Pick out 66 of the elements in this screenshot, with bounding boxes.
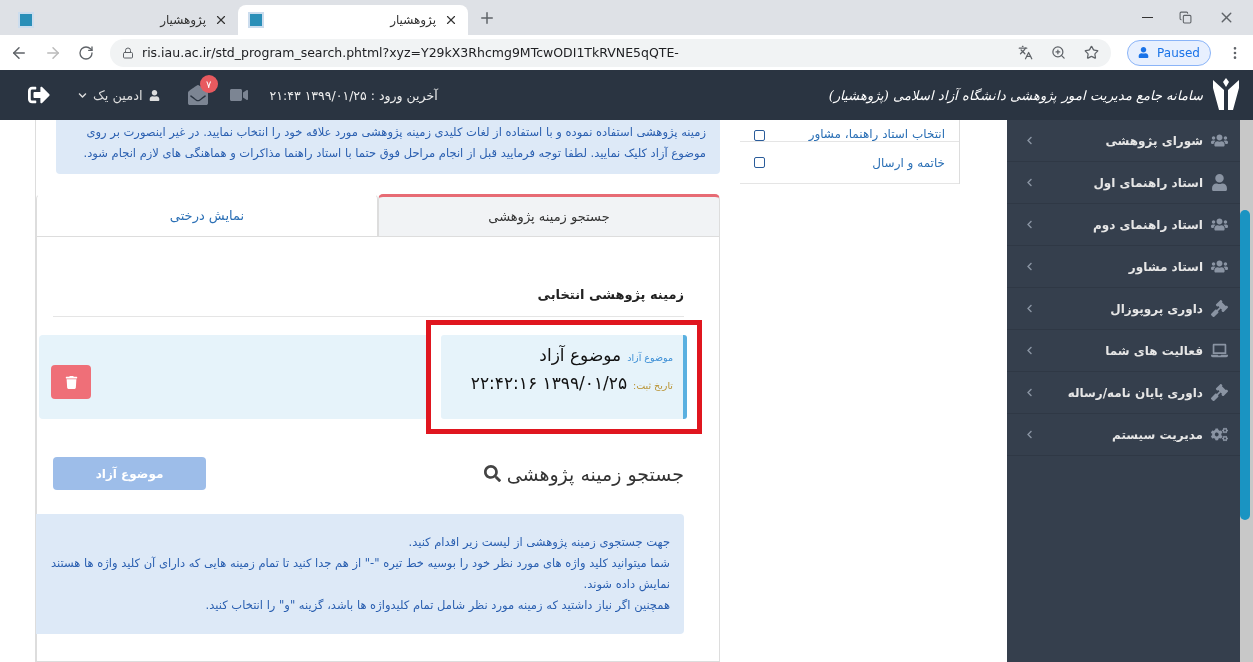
checkbox[interactable] <box>754 130 765 141</box>
restore-button[interactable] <box>1179 11 1192 24</box>
tab-title: پژوهشیار <box>158 13 206 27</box>
browser-tab[interactable]: پژوهشیار <box>8 5 238 35</box>
help-text: جهت جستجوی زمینه پژوهشی از لیست زیر اقدام کنید. <box>407 534 670 551</box>
notice-text: زمینه پژوهشی استفاده نموده و با استفاده از لغات کلیدی زمینه پژوهشی مورد علاقه خود را انتخاب نمایید. در غیر اینصورت بر روی موضوع آزاد کلیک نمایید. لطفا توجه فرمایید قبل از انجام مراحل فوق حتما با استاد راهنما مذاکرات و هماهنگی های لازم انجام شود. <box>56 120 720 174</box>
users-icon <box>1211 132 1228 149</box>
delete-button[interactable] <box>51 365 91 399</box>
site-title: سامانه جامع مدیریت امور پژوهشی دانشگاه آزاد اسلامی (پژوهشیار) <box>828 87 1203 103</box>
message-count: ۷ <box>199 75 218 93</box>
step-link[interactable]: انتخاب استاد راهنما، مشاور <box>808 127 945 141</box>
user-icon <box>1138 47 1150 58</box>
profile-button[interactable]: Paused <box>1127 39 1211 66</box>
sidebar-item[interactable]: استاد راهنمای دوم <box>1007 204 1240 246</box>
users-icon <box>1211 258 1228 275</box>
chevron-icon <box>1025 304 1034 313</box>
zoom-button[interactable] <box>1051 45 1067 60</box>
close-icon[interactable] <box>214 13 228 27</box>
gavel-icon <box>1211 384 1228 401</box>
checkbox[interactable] <box>754 157 765 168</box>
date-value: ۱۳۹۹/۰۱/۲۵ ۲۲:۴۲:۱۶ <box>470 373 628 393</box>
tab-title: پژوهشیار <box>388 13 436 27</box>
university-logo <box>1211 78 1241 112</box>
reload-button[interactable] <box>78 44 94 61</box>
chevron-icon <box>1025 220 1034 229</box>
search-heading: جستجو زمینه پژوهشی <box>506 462 684 485</box>
date-label: تاریخ ثبت: <box>633 380 673 391</box>
topic-title: موضوع آزاد <box>539 345 622 365</box>
browser-tab[interactable]: پژوهشیار <box>238 5 468 35</box>
favicon-icon <box>248 12 264 28</box>
gavel-icon <box>1211 300 1228 317</box>
close-icon[interactable] <box>444 13 458 27</box>
trash-icon <box>64 375 78 389</box>
user-icon <box>148 89 160 101</box>
sidebar-item[interactable]: استاد راهنمای اول <box>1007 162 1240 204</box>
logout-button[interactable] <box>28 84 50 106</box>
chevron-icon <box>1025 430 1034 439</box>
bookmark-button[interactable] <box>1084 45 1100 60</box>
tab[interactable]: جستجو زمینه پژوهشی <box>378 194 720 237</box>
help-text: همچنین اگر نیاز داشتید که زمینه مورد نظر شامل تمام کلیدواژه ها باشد، گزینه "و" را انتخاب کنید. <box>204 597 670 614</box>
caret-icon <box>78 90 87 100</box>
users-icon <box>1211 216 1228 233</box>
section-heading: زمینه پژوهشی انتخابی <box>53 287 684 317</box>
type-label: موضوع آزاد <box>627 352 673 363</box>
last-login: آخرین ورود : ۱۳۹۹/۰۱/۲۵ ۲۱:۴۳ <box>269 87 438 103</box>
translate-button[interactable] <box>1018 45 1034 60</box>
user-menu[interactable]: ادمین یک <box>72 86 166 104</box>
favicon-icon <box>18 12 34 28</box>
chevron-icon <box>1025 178 1034 187</box>
lock-icon <box>122 46 134 59</box>
search-icon <box>483 465 501 482</box>
cogs-icon <box>1211 426 1228 443</box>
tab[interactable]: نمایش درختی <box>36 194 378 237</box>
step-link[interactable]: خاتمه و ارسال <box>872 155 945 170</box>
user-icon <box>1211 174 1228 191</box>
video-button[interactable] <box>229 86 248 104</box>
chevron-icon <box>1025 262 1034 271</box>
chevron-icon <box>1025 388 1034 397</box>
chevron-icon <box>1025 346 1034 355</box>
new-tab-button[interactable] <box>478 9 496 27</box>
help-text: شما میتوانید کلید واژه های مورد نظر خود را بوسیه خط تیره "-" از هم جدا کنید تا تمام زمینه هایی که دارای آن کلید واژه ها هستند نمایش داده شوند. <box>50 555 670 594</box>
scrollbar-thumb[interactable] <box>1240 210 1250 520</box>
minimize-icon <box>1142 16 1153 19</box>
laptop-icon <box>1211 342 1228 359</box>
chevron-icon <box>1025 136 1034 145</box>
messages-button[interactable] <box>187 85 208 105</box>
